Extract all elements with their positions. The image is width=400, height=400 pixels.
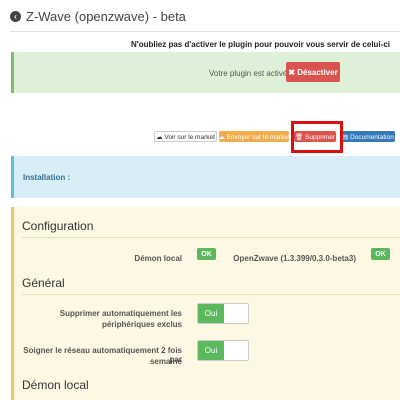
auto-heal-toggle[interactable]: Oui: [197, 340, 249, 361]
installation-label: Installation :: [23, 173, 71, 182]
auto-delete-toggle[interactable]: Oui: [197, 303, 249, 324]
auto-heal-toggle-on: Oui: [198, 341, 224, 360]
general-title: Général: [22, 276, 65, 290]
page-header: ‹ Z-Wave (openzwave) - beta: [10, 9, 186, 24]
configuration-divider: [22, 237, 400, 238]
page-title: Z-Wave (openzwave) - beta: [26, 9, 186, 24]
openzwave-label: OpenZwave (1.3.399/0.3.0-beta3): [233, 254, 356, 263]
back-arrow-icon[interactable]: ‹: [10, 11, 21, 22]
auto-delete-label-line2: périphériques exclus: [101, 320, 182, 329]
deactivate-button[interactable]: ✖ Désactiver: [286, 62, 340, 82]
header-divider: [10, 31, 400, 32]
documentation-button[interactable]: ▤ Documentation: [341, 131, 395, 142]
auto-delete-label-line1: Supprimer automatiquement les: [59, 309, 182, 318]
delete-highlight-box: [291, 121, 343, 153]
daemon-status-badge: OK: [197, 248, 216, 260]
auto-delete-toggle-on: Oui: [198, 304, 224, 323]
configuration-title: Configuration: [22, 219, 94, 233]
daemon-section-title: Démon local: [22, 378, 89, 392]
send-market-button[interactable]: ☁ Envoyer sur le market: [219, 131, 289, 142]
view-market-button[interactable]: ☁ Voir sur le market: [154, 131, 217, 142]
activation-panel: [11, 52, 400, 93]
activation-status-text: Votre plugin est activé.: [209, 69, 290, 78]
general-divider: [22, 294, 400, 295]
daemon-label: Démon local: [134, 254, 182, 263]
openzwave-status-badge: OK: [371, 248, 390, 260]
activation-notice: N'oubliez pas d'activer le plugin pour p…: [131, 40, 390, 49]
auto-heal-label-line2: semaine: [149, 357, 182, 366]
